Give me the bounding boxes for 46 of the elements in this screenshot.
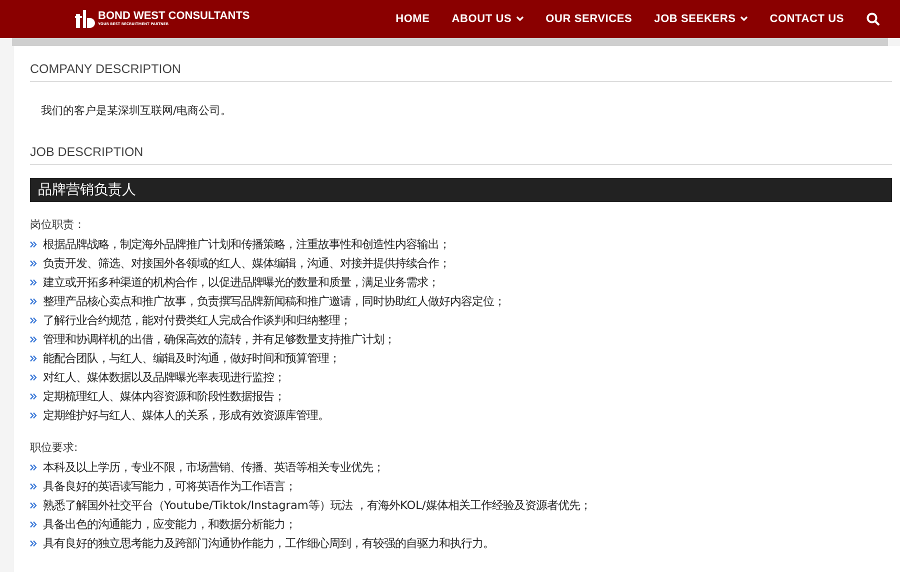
list-item-text: 对红人、媒体数据以及品牌曝光率表现进行监控； bbox=[43, 370, 285, 385]
chevron-icon bbox=[30, 483, 37, 490]
chevron-icon bbox=[30, 464, 37, 471]
list-item-text: 负责开发、筛选、对接国外各领域的红人、媒体编辑，沟通、对接并提供持续合作； bbox=[43, 256, 450, 271]
caret-icon bbox=[516, 16, 524, 22]
chevron-icon bbox=[30, 260, 37, 267]
list-item-text: 具有良好的独立思考能力及跨部门沟通协作能力，工作细心周到，有较强的自驱力和执行力。 bbox=[43, 536, 494, 551]
nav-link[interactable]: CONTACT US bbox=[770, 13, 844, 25]
list-item-text: 建立或开拓多种渠道的机构合作，以促进品牌曝光的数量和质量，满足业务需求； bbox=[43, 275, 439, 290]
chevron-icon bbox=[30, 317, 37, 324]
company-text: 我们的客户是某深圳互联网/电商公司。 bbox=[40, 103, 233, 119]
list-item-text: 具备出色的沟通能力，应变能力，和数据分析能力； bbox=[43, 517, 296, 532]
list-item-text: 能配合团队，与红人、编辑及时沟通，做好时间和预算管理； bbox=[43, 351, 340, 366]
list-item-text: 本科及以上学历，专业不限，市场营销、传播、英语等相关专业优先； bbox=[43, 460, 384, 475]
nav-link[interactable]: ABOUT US bbox=[452, 13, 524, 25]
list-item-text: 根据品牌战略，制定海外品牌推广计划和传播策略，注重故事性和创造性内容输出； bbox=[43, 237, 450, 252]
chevron-icon bbox=[30, 298, 37, 305]
list-item-text: 管理和协调样机的出借，确保高效的流转，并有足够数量支持推广计划； bbox=[43, 332, 395, 347]
search-icon[interactable] bbox=[866, 12, 880, 26]
chevron-icon bbox=[30, 412, 37, 419]
section-label: 岗位职责： bbox=[30, 217, 86, 233]
chevron-icon bbox=[30, 374, 37, 381]
list-item-text: 定期维护好与红人、媒体人的关系，形成有效资源库管理。 bbox=[43, 408, 329, 423]
chevron-icon bbox=[30, 393, 37, 400]
chevron-icon bbox=[30, 279, 37, 286]
chevron-icon bbox=[30, 336, 37, 343]
list-item-text: 整理产品核心卖点和推广故事，负责撰写品牌新闻稿和推广邀请，同时协助红人做好内容定位； bbox=[43, 294, 505, 309]
chevron-icon bbox=[30, 355, 37, 362]
caret-icon bbox=[740, 16, 748, 22]
nav-link[interactable]: OUR SERVICES bbox=[546, 13, 632, 25]
chevron-icon bbox=[30, 540, 37, 547]
list-item-text: 具备良好的英语读写能力，可将英语作为工作语言； bbox=[43, 479, 296, 494]
list-item-text: 定期梳理红人、媒体内容资源和阶段性数据报告； bbox=[43, 389, 285, 404]
list-item-text: 了解行业合约规范，能对付费类红人完成合作谈判和归纳整理； bbox=[43, 313, 351, 328]
logo-icon[interactable] bbox=[75, 10, 95, 28]
nav-link[interactable]: JOB SEEKERS bbox=[654, 13, 748, 25]
section-heading: COMPANY DESCRIPTION bbox=[30, 60, 892, 82]
chevron-icon bbox=[30, 502, 37, 509]
chevron-icon bbox=[30, 241, 37, 248]
logo-name: BOND WEST CONSULTANTS bbox=[98, 11, 250, 22]
section-label: 职位要求: bbox=[30, 440, 79, 456]
chevron-icon bbox=[30, 521, 37, 528]
section-heading: JOB DESCRIPTION bbox=[30, 143, 892, 165]
nav-link[interactable]: HOME bbox=[396, 13, 430, 25]
list-item-text: 熟悉了解国外社交平台（Youtube/Tiktok/Instagram等）玩法 ，有海外KOL/媒体相关工作经验及资源者优先； bbox=[43, 498, 591, 513]
job-title: 品牌营销负责人 bbox=[30, 178, 892, 202]
